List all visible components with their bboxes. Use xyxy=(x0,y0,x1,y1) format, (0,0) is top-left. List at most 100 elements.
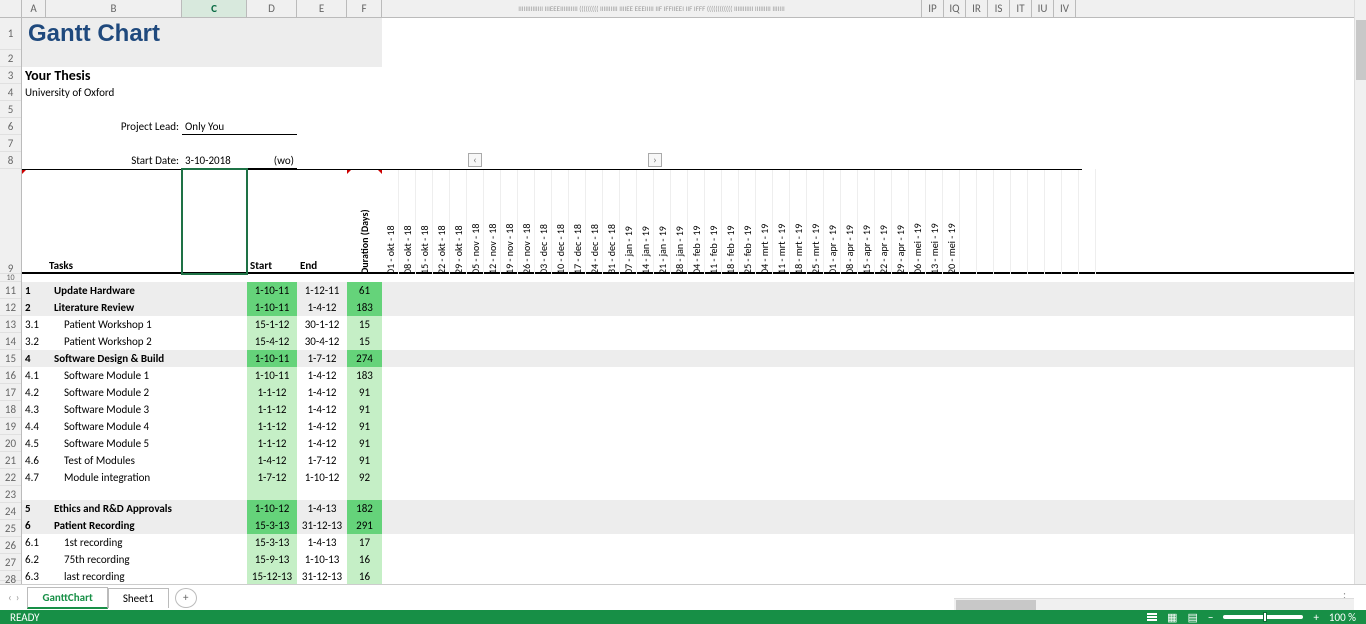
row-14[interactable]: 14 xyxy=(0,333,21,350)
timeline-col: 26 - nov - 18 xyxy=(518,169,535,274)
row-1[interactable]: 1 xyxy=(0,18,21,50)
row-11[interactable]: 11 xyxy=(0,282,21,299)
data-row[interactable]: 2Literature Review1-10-111-4-12183 xyxy=(22,299,1354,316)
task-end: 30-1-12 xyxy=(297,316,347,333)
row-22[interactable]: 22 xyxy=(0,469,21,486)
view-pagelayout-icon[interactable]: ▦ xyxy=(1167,611,1177,624)
hdr-end: End xyxy=(297,169,347,274)
view-normal-icon[interactable] xyxy=(1147,613,1157,621)
col-IR[interactable]: IR xyxy=(966,0,988,17)
task-duration: 91 xyxy=(347,418,382,435)
row-26[interactable]: 26 xyxy=(0,537,21,554)
task-duration: 183 xyxy=(347,367,382,384)
data-row[interactable]: 4.1Software Module 11-10-111-4-12183 xyxy=(22,367,1354,384)
row-15[interactable]: 15 xyxy=(0,350,21,367)
row-6[interactable]: 6 xyxy=(0,118,21,135)
row-13[interactable]: 13 xyxy=(0,316,21,333)
row-27[interactable]: 27 xyxy=(0,554,21,571)
col-IQ[interactable]: IQ xyxy=(944,0,966,17)
col-IV[interactable]: IV xyxy=(1054,0,1076,17)
task-name: Software Module 5 xyxy=(46,435,182,452)
project-lead-label: Project Lead: xyxy=(46,118,182,135)
row-18[interactable]: 18 xyxy=(0,401,21,418)
zoom-out[interactable]: − xyxy=(1208,611,1213,624)
row-24[interactable]: 24 xyxy=(0,503,21,520)
row-12[interactable]: 12 xyxy=(0,299,21,316)
status-ready: READY xyxy=(10,611,40,624)
col-E[interactable]: E xyxy=(297,0,347,17)
col-C[interactable]: C xyxy=(182,0,247,17)
tab-nav-prev[interactable]: ‹ xyxy=(8,591,12,604)
cells[interactable]: Gantt Chart Your Thesis University of Ox… xyxy=(22,18,1354,584)
row-num: 4.6 xyxy=(22,452,46,469)
row-num: 4.2 xyxy=(22,384,46,401)
task-start: 15-1-12 xyxy=(247,316,297,333)
timeline-col: 15 - okt - 18 xyxy=(416,169,433,274)
zoom-slider[interactable] xyxy=(1223,615,1303,619)
row-19[interactable]: 19 xyxy=(0,418,21,435)
col-compressed[interactable]: IIIIIIIIIIIIII IIIEEEIIIIIIIIII ((((((((… xyxy=(382,0,922,17)
row-16[interactable]: 16 xyxy=(0,367,21,384)
row-2[interactable]: 2 xyxy=(0,50,21,67)
row-10[interactable]: 10 xyxy=(0,274,21,282)
tab-add[interactable]: + xyxy=(175,588,197,608)
tab-nav-next[interactable]: › xyxy=(16,591,20,604)
data-row[interactable]: 4.4Software Module 41-1-121-4-1291 xyxy=(22,418,1354,435)
data-row[interactable]: 6.3last recording15-12-1331-12-1316 xyxy=(22,568,1354,578)
row-4[interactable]: 4 xyxy=(0,84,21,101)
data-row[interactable]: 3.1Patient Workshop 115-1-1230-1-1215 xyxy=(22,316,1354,333)
data-row[interactable]: 4.3Software Module 31-1-121-4-1291 xyxy=(22,401,1354,418)
col-IP[interactable]: IP xyxy=(922,0,944,17)
row-25[interactable]: 25 xyxy=(0,520,21,537)
col-B[interactable]: B xyxy=(46,0,182,17)
project-lead-value[interactable]: Only You xyxy=(182,118,297,135)
data-row[interactable]: 4Software Design & Build1-10-111-7-12274 xyxy=(22,350,1354,367)
col-A[interactable]: A xyxy=(22,0,46,17)
col-IT[interactable]: IT xyxy=(1010,0,1032,17)
row-8[interactable]: 8 xyxy=(0,152,21,169)
zoom-in[interactable]: + xyxy=(1313,611,1318,624)
vertical-scrollbar[interactable] xyxy=(1354,0,1366,584)
data-row[interactable]: 6.275th recording15-9-131-10-1316 xyxy=(22,551,1354,568)
zoom-level[interactable]: 100 % xyxy=(1329,611,1356,624)
data-row[interactable]: 5Ethics and R&D Approvals1-10-121-4-1318… xyxy=(22,500,1354,517)
task-name: Software Module 1 xyxy=(46,367,182,384)
timeline-scroll-right[interactable]: › xyxy=(648,153,662,167)
data-row[interactable]: 4.6Test of Modules1-4-121-7-1291 xyxy=(22,452,1354,469)
col-IS[interactable]: IS xyxy=(988,0,1010,17)
task-name: Patient Recording xyxy=(46,517,182,534)
data-row[interactable]: 1Update Hardware1-10-111-12-1161 xyxy=(22,282,1354,299)
task-end: 30-4-12 xyxy=(297,333,347,350)
row-9[interactable]: 9 xyxy=(0,169,21,274)
col-IU[interactable]: IU xyxy=(1032,0,1054,17)
timeline-col: 03 - dec - 18 xyxy=(535,169,552,274)
row-num: 4.7 xyxy=(22,469,46,486)
data-row[interactable]: 4.5Software Module 51-1-121-4-1291 xyxy=(22,435,1354,452)
task-duration: 91 xyxy=(347,384,382,401)
data-row[interactable]: 4.2Software Module 21-1-121-4-1291 xyxy=(22,384,1354,401)
col-F[interactable]: F xyxy=(347,0,382,17)
view-pagebreak-icon[interactable]: ▤ xyxy=(1188,611,1198,624)
row-5[interactable]: 5 xyxy=(0,101,21,118)
row-23[interactable]: 23 xyxy=(0,486,21,503)
start-date-value[interactable]: 3-10-2018 xyxy=(182,152,247,169)
row-20[interactable]: 20 xyxy=(0,435,21,452)
col-D[interactable]: D xyxy=(247,0,297,17)
data-row[interactable]: 6Patient Recording15-3-1331-12-13291 xyxy=(22,517,1354,534)
task-name: Literature Review xyxy=(46,299,182,316)
data-row[interactable]: 4.7Module integration1-7-121-10-1292 xyxy=(22,469,1354,486)
task-start: 1-1-12 xyxy=(247,401,297,418)
row-3[interactable]: 3 xyxy=(0,67,21,84)
data-row[interactable]: 6.11st recording15-3-131-4-1317 xyxy=(22,534,1354,551)
horizontal-scrollbar[interactable] xyxy=(954,598,1354,610)
data-row[interactable]: 3.2Patient Workshop 215-4-1230-4-1215 xyxy=(22,333,1354,350)
row-21[interactable]: 21 xyxy=(0,452,21,469)
select-all-corner[interactable] xyxy=(0,0,22,17)
timeline-scroll-left[interactable]: ‹ xyxy=(468,153,482,167)
row-28[interactable]: 28 xyxy=(0,571,21,581)
task-start: 15-9-13 xyxy=(247,551,297,568)
row-17[interactable]: 17 xyxy=(0,384,21,401)
tab-ganttchart[interactable]: GanttChart xyxy=(27,587,107,609)
row-7[interactable]: 7 xyxy=(0,135,21,152)
tab-sheet1[interactable]: Sheet1 xyxy=(108,588,169,608)
